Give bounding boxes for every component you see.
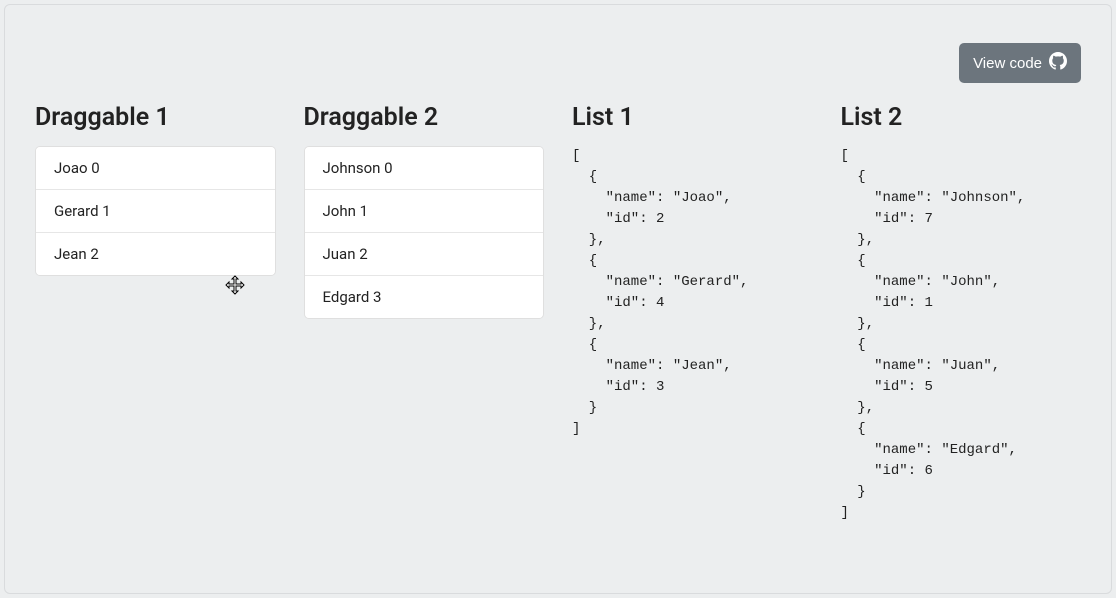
draggable-2-title: Draggable 2 [304, 103, 545, 132]
draggable-1-list: Joao 0 Gerard 1 Jean 2 [35, 146, 276, 276]
github-icon [1049, 52, 1067, 74]
view-code-label: View code [973, 55, 1042, 72]
draggable-2-column: Draggable 2 Johnson 0 John 1 Juan 2 Edga… [304, 103, 545, 524]
draggable-1-title: Draggable 1 [35, 103, 276, 132]
view-code-button[interactable]: View code [959, 43, 1081, 83]
list-item[interactable]: Edgard 3 [305, 276, 544, 318]
demo-container: View code Draggable 1 Joao 0 Gerard 1 Je… [4, 4, 1112, 594]
columns-row: Draggable 1 Joao 0 Gerard 1 Jean 2 Dragg… [35, 43, 1081, 524]
list-2-title: List 2 [841, 103, 1082, 132]
draggable-2-list: Johnson 0 John 1 Juan 2 Edgard 3 [304, 146, 545, 319]
list-item[interactable]: John 1 [305, 190, 544, 233]
list-1-json-output: [ { "name": "Joao", "id": 2 }, { "name":… [572, 146, 813, 440]
list-2-column: List 2 [ { "name": "Johnson", "id": 7 },… [841, 103, 1082, 524]
list-item[interactable]: Juan 2 [305, 233, 544, 276]
list-item[interactable]: Jean 2 [36, 233, 275, 275]
list-item[interactable]: Johnson 0 [305, 147, 544, 190]
list-1-title: List 1 [572, 103, 813, 132]
list-1-column: List 1 [ { "name": "Joao", "id": 2 }, { … [572, 103, 813, 524]
list-item[interactable]: Gerard 1 [36, 190, 275, 233]
draggable-1-column: Draggable 1 Joao 0 Gerard 1 Jean 2 [35, 103, 276, 524]
list-2-json-output: [ { "name": "Johnson", "id": 7 }, { "nam… [841, 146, 1082, 524]
list-item[interactable]: Joao 0 [36, 147, 275, 190]
